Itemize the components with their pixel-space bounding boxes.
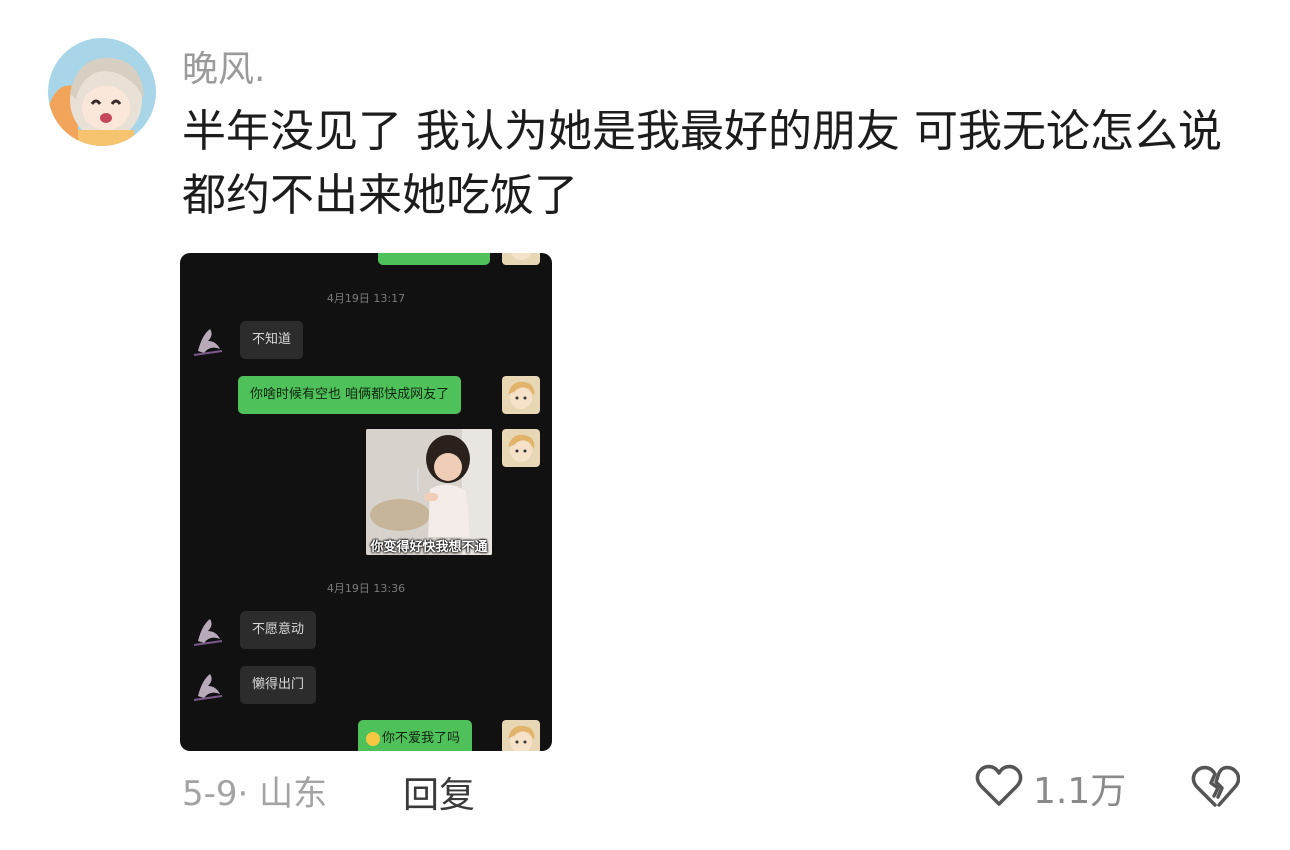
chat-bubble-incoming: 懒得出门 — [240, 666, 317, 704]
heart-outline-icon — [975, 764, 1023, 812]
chat-sticker-image: 你变得好快我想不通 — [366, 429, 492, 555]
chat-bubble-outgoing: 你啥时候有空也 咱俩都快成网友了 — [238, 376, 462, 414]
chat-bubble-cutoff — [378, 253, 490, 265]
crying-emoji-icon — [366, 731, 380, 746]
chat-avatar-self — [502, 253, 540, 265]
chat-bubble-incoming: 不愿意动 — [240, 611, 317, 649]
chat-screenshot-image[interactable]: 4月19日 13:17 不知道 你啥时候有空也 咱俩都快成网友了 你变得好快我想… — [180, 253, 552, 751]
chat-bubble-outgoing: 你不爱我了吗 — [358, 720, 473, 751]
user-avatar[interactable] — [48, 38, 156, 146]
comment-username[interactable]: 晚风. — [182, 40, 265, 92]
sticker-caption: 你变得好快我想不通 — [370, 540, 488, 555]
chat-avatar-friend — [190, 611, 228, 649]
chat-timestamp: 4月19日 13:36 — [326, 582, 406, 595]
dislike-button[interactable] — [1190, 764, 1241, 814]
chat-avatar-self — [502, 720, 540, 751]
broken-heart-icon — [1190, 765, 1241, 814]
chat-avatar-friend — [190, 666, 228, 704]
chat-avatar-friend — [190, 321, 228, 359]
comment-text: 半年没见了 我认为她是我最好的朋友 可我无论怎么说 都约不出来她吃饭了 — [182, 106, 1222, 221]
chat-avatar-self — [502, 429, 540, 467]
chat-bubble-text: 你不爱我了吗 — [382, 731, 461, 746]
like-button[interactable]: 1.1万 — [975, 764, 1126, 812]
chat-bubble-incoming: 不知道 — [240, 321, 304, 359]
chat-avatar-self — [502, 376, 540, 414]
comment-meta: 5-9· 山东 — [182, 774, 328, 814]
reply-button[interactable]: 回复 — [403, 766, 475, 818]
chat-timestamp: 4月19日 13:17 — [326, 292, 406, 305]
like-count: 1.1万 — [1033, 771, 1127, 812]
